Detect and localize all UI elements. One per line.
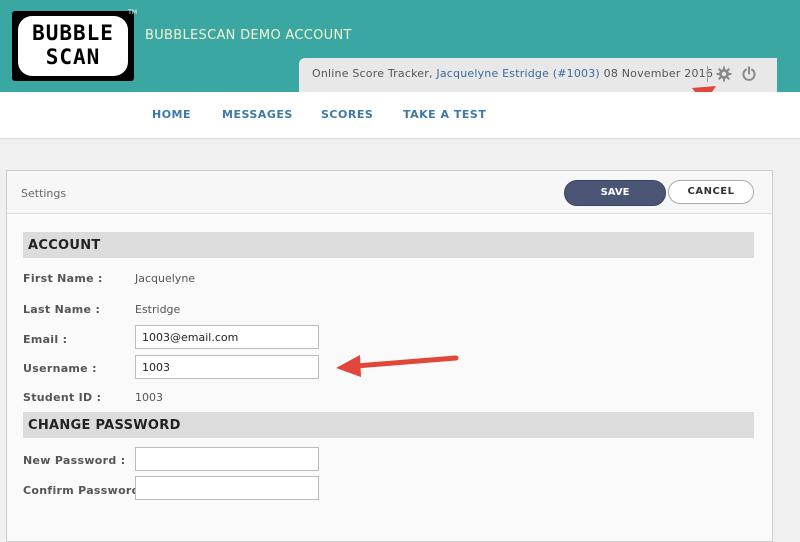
- email-field[interactable]: [135, 325, 319, 349]
- nav-home[interactable]: HOME: [152, 108, 191, 121]
- tracker-text: Online Score Tracker, Jacquelyne Estridg…: [312, 67, 713, 80]
- student-id-label: Student ID :: [23, 391, 102, 404]
- logo-trademark: TM: [128, 9, 137, 16]
- nav-messages[interactable]: MESSAGES: [222, 108, 293, 121]
- logo-badge: BUBBLE SCAN: [18, 16, 128, 76]
- first-name-value: Jacquelyne: [135, 272, 196, 285]
- last-name-value: Estridge: [135, 303, 181, 316]
- account-title: BUBBLESCAN DEMO ACCOUNT: [145, 28, 352, 43]
- nav-take-a-test[interactable]: TAKE A TEST: [403, 108, 486, 121]
- logo-text-line2: SCAN: [45, 45, 101, 69]
- password-section-header: CHANGE PASSWORD: [23, 412, 754, 438]
- password-section-title: CHANGE PASSWORD: [28, 418, 181, 433]
- new-password-label: New Password :: [23, 454, 126, 467]
- confirm-password-field[interactable]: [135, 476, 319, 500]
- account-section-header: ACCOUNT: [23, 232, 754, 258]
- annotation-arrow-username: [336, 355, 459, 377]
- settings-panel-header: Settings SAVE CANCEL: [7, 171, 772, 214]
- username-label: Username :: [23, 362, 97, 375]
- cancel-button[interactable]: CANCEL: [668, 180, 754, 204]
- main-nav: HOME MESSAGES SCORES TAKE A TEST: [0, 92, 800, 139]
- email-label: Email :: [23, 333, 68, 346]
- save-button[interactable]: SAVE: [564, 180, 666, 206]
- tracker-divider: [707, 66, 708, 82]
- confirm-password-label: Confirm Password :: [23, 484, 149, 497]
- tracker-date: 08 November 2016: [603, 67, 714, 80]
- panel-title: Settings: [21, 187, 67, 200]
- bubblescan-logo[interactable]: BUBBLE SCAN TM: [12, 9, 137, 81]
- account-section-title: ACCOUNT: [28, 238, 101, 253]
- tracker-user-link[interactable]: Jacquelyne Estridge (#1003): [436, 67, 600, 80]
- last-name-label: Last Name :: [23, 303, 101, 316]
- username-field[interactable]: [135, 355, 319, 379]
- logo-text-line1: BUBBLE: [32, 21, 114, 45]
- power-icon[interactable]: [741, 66, 757, 82]
- new-password-field[interactable]: [135, 447, 319, 471]
- nav-scores[interactable]: SCORES: [321, 108, 373, 121]
- first-name-label: First Name :: [23, 272, 103, 285]
- tracker-prefix: Online Score Tracker,: [312, 67, 433, 80]
- student-id-value: 1003: [135, 391, 163, 404]
- app-header: BUBBLE SCAN TM BUBBLESCAN DEMO ACCOUNT O…: [0, 0, 800, 92]
- gear-icon[interactable]: [716, 66, 732, 82]
